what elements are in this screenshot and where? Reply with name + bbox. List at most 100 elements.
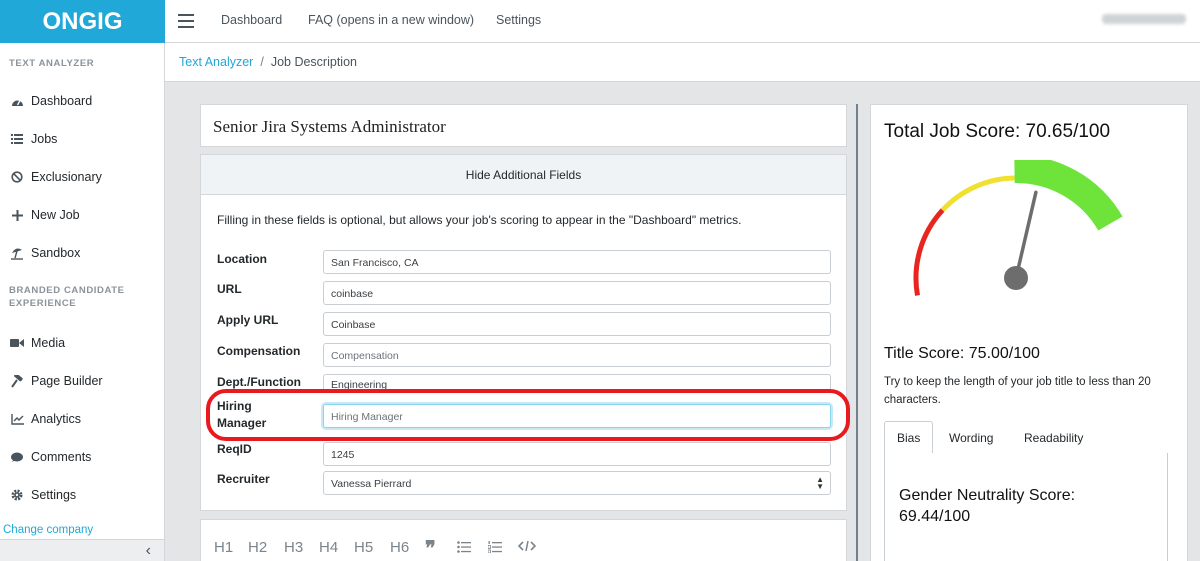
sidebar-item-label: Comments bbox=[31, 450, 92, 464]
sidebar-item-label: Jobs bbox=[31, 132, 58, 146]
sidebar-item-label: Settings bbox=[31, 488, 77, 502]
apply-url-label: Apply URL bbox=[217, 313, 279, 327]
url-input[interactable]: coinbase bbox=[323, 281, 831, 305]
top-header: Dashboard FAQ (opens in a new window) Se… bbox=[165, 0, 1200, 43]
editor-toolbar: H1 H2 H3 H4 H5 H6 ❞ bbox=[200, 519, 847, 561]
gear-icon bbox=[10, 488, 24, 502]
tab-readability[interactable]: Readability bbox=[1012, 421, 1095, 454]
sidebar-item-jobs[interactable]: Jobs bbox=[10, 129, 57, 149]
gender-neutrality-value: 69.44/100 bbox=[899, 508, 971, 525]
sidebar-item-comments[interactable]: Comments bbox=[10, 447, 91, 467]
sidebar-item-dashboard[interactable]: Dashboard bbox=[10, 91, 92, 111]
code-icon[interactable] bbox=[517, 539, 537, 556]
hammer-icon bbox=[10, 374, 24, 388]
optional-fields-note: Filling in these fields is optional, but… bbox=[217, 213, 742, 227]
section-title-line: BRANDED CANDIDATE bbox=[9, 285, 125, 296]
tab-bias[interactable]: Bias bbox=[884, 421, 934, 455]
reqid-input[interactable]: 1245 bbox=[323, 442, 831, 466]
recruiter-label: Recruiter bbox=[217, 472, 270, 486]
list-icon bbox=[10, 132, 24, 146]
gender-neutrality-label: Gender Neutrality Score: bbox=[899, 487, 1076, 504]
sidebar-item-page-builder[interactable]: Page Builder bbox=[10, 371, 103, 391]
gauge-segment-red bbox=[913, 208, 945, 296]
sidebar-item-label: Media bbox=[31, 336, 66, 350]
gender-gauge-partial bbox=[1115, 556, 1145, 561]
sidebar-section-text-analyzer: TEXT ANALYZER bbox=[9, 58, 95, 69]
sidebar-item-exclusionary[interactable]: Exclusionary bbox=[10, 167, 102, 187]
job-title-input[interactable]: Senior Jira Systems Administrator bbox=[200, 104, 847, 147]
score-panel: Total Job Score: 70.65/100 Title Score: … bbox=[870, 104, 1188, 561]
pane-divider[interactable] bbox=[856, 104, 858, 561]
nav-faq-link[interactable]: FAQ (opens in a new window) bbox=[308, 13, 474, 27]
bullet-list-icon[interactable] bbox=[457, 540, 471, 557]
hiring-manager-input[interactable]: Hiring Manager bbox=[323, 404, 831, 428]
compensation-input[interactable]: Compensation bbox=[323, 343, 831, 367]
brand-logo[interactable]: ONGIG bbox=[0, 0, 165, 43]
comment-icon bbox=[10, 450, 24, 464]
plus-icon bbox=[10, 208, 24, 222]
user-menu[interactable] bbox=[1102, 14, 1186, 24]
dashboard-icon bbox=[10, 94, 24, 108]
sidebar-item-new-job[interactable]: New Job bbox=[10, 205, 80, 225]
score-tabs: Bias Wording Readability bbox=[884, 421, 1168, 455]
umbrella-beach-icon bbox=[10, 246, 24, 260]
compensation-label: Compensation bbox=[217, 344, 301, 358]
h1-button[interactable]: H1 bbox=[214, 539, 233, 556]
bias-tab-panel: Gender Neutrality Score: 69.44/100 bbox=[884, 453, 1168, 561]
sidebar-section-branded-candidate-experience: BRANDED CANDIDATE EXPERIENCE bbox=[0, 284, 134, 310]
h2-button[interactable]: H2 bbox=[248, 539, 267, 556]
job-score-gauge bbox=[913, 160, 1123, 296]
title-score-hint: Try to keep the length of your job title… bbox=[884, 376, 1151, 406]
additional-fields-card: Hide Additional Fields Filling in these … bbox=[200, 154, 847, 511]
sidebar-item-label: Dashboard bbox=[31, 94, 93, 108]
chart-icon bbox=[10, 412, 24, 426]
breadcrumb-text-analyzer[interactable]: Text Analyzer bbox=[179, 55, 253, 69]
numbered-list-icon[interactable] bbox=[487, 540, 502, 557]
video-icon bbox=[10, 336, 24, 350]
ban-icon bbox=[10, 170, 24, 184]
change-company-link[interactable]: Change company bbox=[3, 524, 93, 536]
chevron-left-icon[interactable]: ‹ bbox=[146, 542, 151, 560]
gauge-segment-yellow bbox=[940, 175, 1015, 212]
h6-button[interactable]: H6 bbox=[390, 539, 409, 556]
label-line: Manager bbox=[217, 416, 267, 430]
sidebar-item-settings[interactable]: Settings bbox=[10, 485, 76, 505]
select-arrows-icon: ▲ ▼ bbox=[816, 475, 824, 491]
label-line: Hiring bbox=[217, 399, 252, 413]
quote-icon[interactable]: ❞ bbox=[425, 536, 436, 561]
title-score: Title Score: 75.00/100 bbox=[884, 345, 1040, 362]
h3-button[interactable]: H3 bbox=[284, 539, 303, 556]
location-input[interactable]: San Francisco, CA bbox=[323, 250, 831, 274]
breadcrumb-separator: / bbox=[260, 55, 264, 69]
sidebar-item-label: Sandbox bbox=[31, 246, 81, 260]
nav-settings-link[interactable]: Settings bbox=[496, 13, 541, 27]
h5-button[interactable]: H5 bbox=[354, 539, 373, 556]
apply-url-input[interactable]: Coinbase bbox=[323, 312, 831, 336]
reqid-label: ReqID bbox=[217, 442, 252, 456]
sidebar-item-label: Page Builder bbox=[31, 374, 103, 388]
hamburger-menu-icon[interactable] bbox=[178, 14, 194, 28]
recruiter-select[interactable]: Vanessa Pierrard ▲ ▼ bbox=[323, 471, 831, 495]
dept-function-label: Dept./Function bbox=[217, 375, 301, 389]
sidebar-minimizer[interactable]: ‹ bbox=[0, 539, 164, 561]
breadcrumb: Text Analyzer / Job Description bbox=[165, 43, 1200, 82]
sidebar-item-media[interactable]: Media bbox=[10, 333, 65, 353]
dept-function-input[interactable]: Engineering bbox=[323, 374, 831, 392]
hiring-manager-label: Hiring Manager bbox=[217, 398, 266, 432]
gauge-needle bbox=[1014, 190, 1038, 280]
section-title-line: EXPERIENCE bbox=[9, 298, 77, 309]
recruiter-selected-value: Vanessa Pierrard bbox=[331, 478, 412, 490]
sidebar-item-sandbox[interactable]: Sandbox bbox=[10, 243, 80, 263]
sidebar-item-analytics[interactable]: Analytics bbox=[10, 409, 81, 429]
url-label: URL bbox=[217, 282, 242, 296]
nav-dashboard-link[interactable]: Dashboard bbox=[221, 13, 282, 27]
sidebar: TEXT ANALYZER Dashboard Jobs Exclusionar… bbox=[0, 43, 165, 561]
gauge-hub bbox=[1004, 266, 1028, 290]
h4-button[interactable]: H4 bbox=[319, 539, 338, 556]
breadcrumb-current: Job Description bbox=[270, 55, 357, 69]
sidebar-item-label: New Job bbox=[31, 208, 80, 222]
gender-neutrality-score: Gender Neutrality Score: 69.44/100 bbox=[899, 485, 1129, 527]
tab-wording[interactable]: Wording bbox=[937, 421, 1005, 454]
hide-additional-fields-button[interactable]: Hide Additional Fields bbox=[201, 155, 846, 195]
sidebar-item-label: Analytics bbox=[31, 412, 82, 426]
